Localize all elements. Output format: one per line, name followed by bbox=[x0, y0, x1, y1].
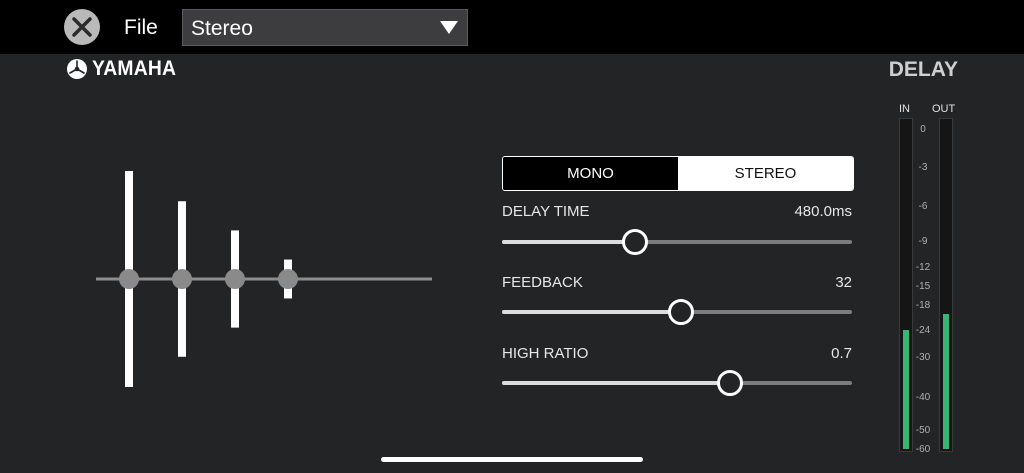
mode-mono-button[interactable]: MONO bbox=[503, 157, 678, 190]
delay-time-slider-thumb[interactable] bbox=[622, 229, 648, 255]
file-menu-button[interactable]: File bbox=[124, 16, 158, 40]
high-ratio-slider-thumb[interactable] bbox=[716, 370, 743, 396]
meter-scale-tick: -15 bbox=[915, 281, 931, 292]
top-bar: File Stereo bbox=[0, 0, 1024, 54]
out-level-meter bbox=[939, 118, 953, 452]
high-ratio-slider[interactable] bbox=[502, 369, 852, 397]
echo-tap-node-4 bbox=[278, 269, 298, 289]
effect-title: DELAY bbox=[888, 58, 958, 81]
delay-time-label: DELAY TIME bbox=[502, 203, 590, 220]
mode-selector: MONO STEREO bbox=[502, 156, 854, 191]
feedback-value: 32 bbox=[835, 274, 852, 291]
meter-scale-tick: -18 bbox=[915, 300, 931, 311]
meter-scale-tick: 0 bbox=[920, 124, 926, 135]
in-meter-label: IN bbox=[899, 103, 910, 115]
delay-echo-display bbox=[96, 171, 432, 387]
high-ratio-value: 0.7 bbox=[831, 345, 852, 362]
meter-scale-tick: -30 bbox=[915, 352, 931, 363]
preset-dropdown[interactable]: Stereo bbox=[182, 9, 468, 46]
feedback-slider-thumb[interactable] bbox=[667, 299, 694, 325]
high-ratio-label: HIGH RATIO bbox=[502, 345, 589, 362]
delay-time-value: 480.0ms bbox=[794, 203, 852, 220]
logo-text: YAMAHA bbox=[92, 57, 177, 80]
echo-tap-node-2 bbox=[172, 269, 192, 289]
in-level-fill bbox=[903, 330, 909, 449]
close-icon bbox=[72, 17, 92, 37]
meter-scale-tick: -24 bbox=[915, 325, 931, 336]
meter-scale-tick: -60 bbox=[915, 444, 931, 455]
echo-tap-node-3 bbox=[225, 269, 245, 289]
in-level-meter bbox=[899, 118, 913, 452]
meter-scale-tick: -40 bbox=[915, 392, 931, 403]
meter-scale-tick: -6 bbox=[918, 201, 928, 212]
meter-scale-tick: -12 bbox=[915, 262, 931, 273]
out-meter-label: OUT bbox=[932, 103, 956, 115]
echo-tap-node-1 bbox=[119, 269, 139, 289]
yamaha-logo: YAMAHA bbox=[66, 57, 183, 81]
delay-time-slider[interactable] bbox=[502, 228, 852, 256]
meter-scale-tick: -50 bbox=[915, 425, 931, 436]
feedback-slider[interactable] bbox=[502, 298, 852, 326]
preset-value: Stereo bbox=[191, 17, 253, 40]
mode-stereo-button[interactable]: STEREO bbox=[678, 157, 853, 190]
triangle-down-icon bbox=[440, 21, 458, 34]
feedback-label: FEEDBACK bbox=[502, 274, 583, 291]
meter-scale-tick: -9 bbox=[918, 236, 928, 247]
out-level-fill bbox=[943, 313, 949, 449]
meter-scale-tick: -3 bbox=[918, 162, 928, 173]
tuning-forks-emblem-icon bbox=[67, 59, 87, 79]
home-indicator bbox=[381, 457, 643, 462]
close-button[interactable] bbox=[64, 9, 100, 45]
